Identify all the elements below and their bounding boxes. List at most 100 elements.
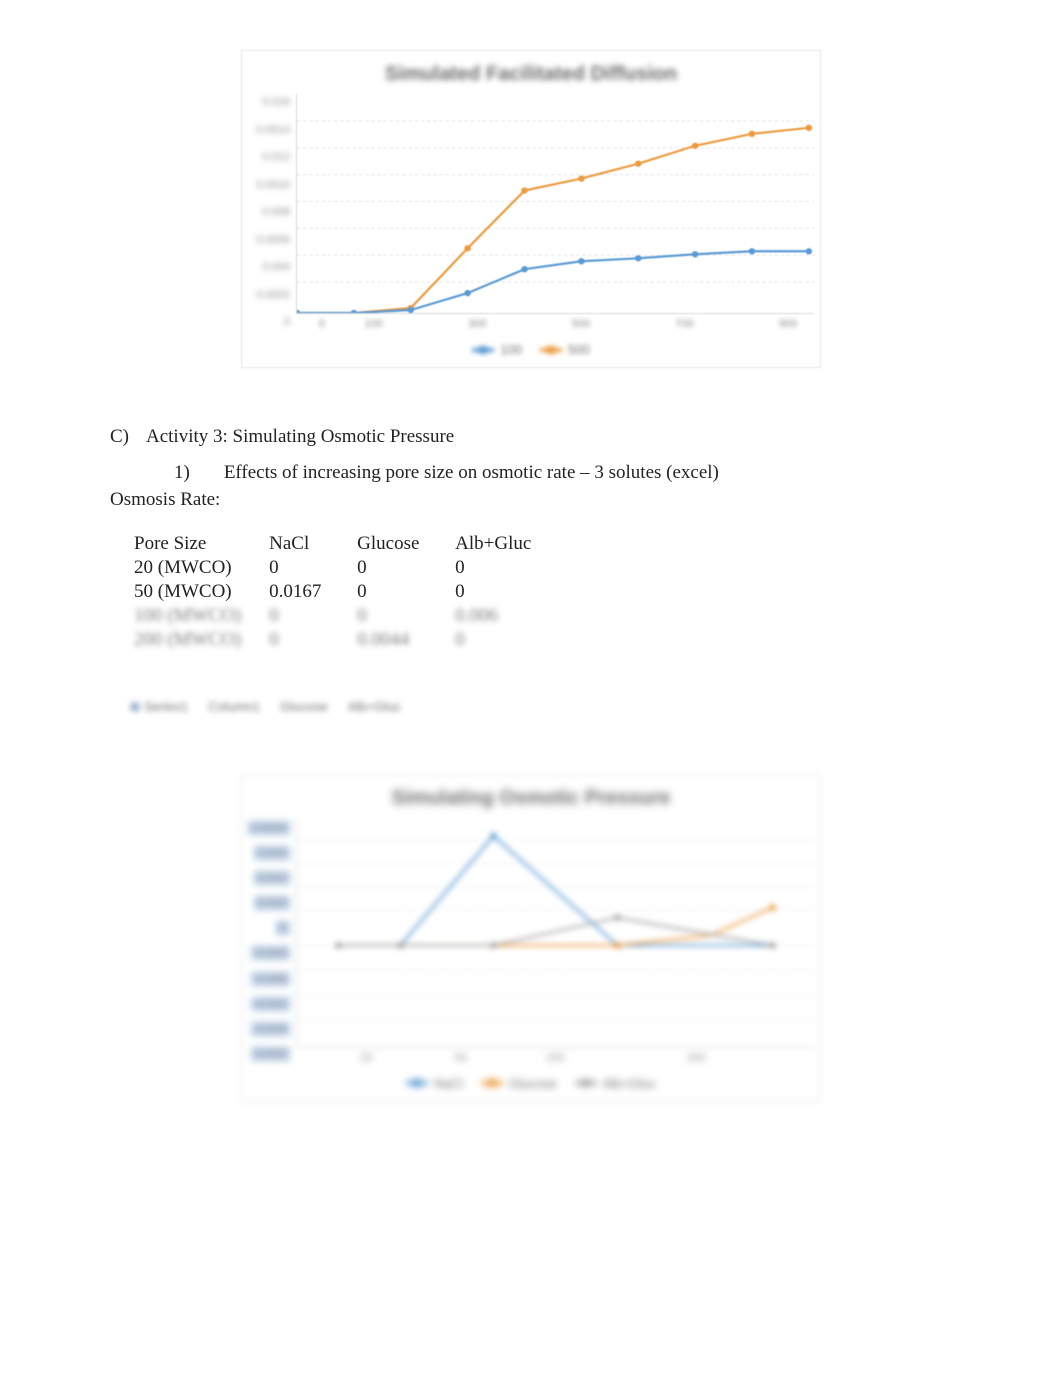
xtick: 900: [762, 318, 814, 330]
gridlines: [297, 121, 814, 282]
xtick: 100: [348, 318, 400, 330]
xtick: [710, 318, 762, 330]
top-legend-label: Column1: [208, 699, 260, 714]
chart-osmotic-pressure: Simulating Osmotic Pressure 0.0016 0.014…: [241, 774, 821, 1102]
xtick: 300: [451, 318, 503, 330]
ytick: -0.016: [251, 1022, 290, 1036]
section-subnumber: 1): [174, 460, 190, 486]
ytick: -0.012: [251, 997, 290, 1011]
osmosis-rate-label: Osmosis Rate:: [110, 487, 952, 513]
xtick: 50: [437, 1052, 484, 1064]
col-alb-gluc: Alb+Gluc: [455, 533, 563, 557]
ytick: 0.012: [254, 871, 290, 885]
legend-label: Glucose: [509, 1076, 557, 1091]
ytick: 0.014: [254, 846, 290, 860]
chart2-plot: 0.0016 0.014 0.012 0.010 0 -0.004 -0.008…: [248, 818, 814, 1064]
ytick: 0.0014: [256, 124, 290, 136]
chart2-yaxis: 0.0016 0.014 0.012 0.010 0 -0.004 -0.008…: [248, 818, 296, 1064]
chart1-xaxis: 0 100 300 500 700 900: [296, 314, 814, 330]
osmosis-table: Pore Size NaCl Glucose Alb+Gluc 20 (MWCO…: [134, 533, 952, 653]
chart1-plotcol: 0 100 300 500 700 900: [296, 94, 814, 330]
cell: 200 (MWCO): [134, 629, 269, 653]
xtick: 200: [673, 1052, 720, 1064]
legend-item-glucose: Glucose: [481, 1076, 557, 1091]
ytick: 0.008: [262, 206, 290, 218]
chart2-markers-glucose: [335, 904, 776, 948]
cell: 0.0167: [269, 581, 357, 605]
chart2-series-nacl: [338, 836, 772, 946]
ytick: 0.0016: [248, 821, 290, 835]
cell: 100 (MWCO): [134, 605, 269, 629]
cell: 0: [269, 557, 357, 581]
ytick: 0.012: [262, 151, 290, 163]
chart2-area: [296, 818, 814, 1048]
section-title: Activity 3: Simulating Osmotic Pressure: [146, 424, 454, 450]
chart2-xaxis: 20 50 100 200: [296, 1048, 814, 1064]
legend-swatch-icon: [575, 1081, 597, 1085]
legend-swatch-icon: [406, 1081, 428, 1085]
chart1-legend: 100 500: [248, 342, 814, 357]
chart1-series-500: [297, 128, 809, 313]
data-table: Pore Size NaCl Glucose Alb+Gluc 20 (MWCO…: [134, 533, 563, 653]
ytick: 0.0002: [256, 289, 290, 301]
chart1-plot: 0.016 0.0014 0.012 0.0010 0.008 0.0006 0…: [248, 94, 814, 330]
ytick: 0: [284, 316, 290, 328]
legend-swatch-icon: [481, 1081, 503, 1085]
legend-label: 500: [568, 342, 590, 357]
cell: 0: [357, 605, 455, 629]
xtick: [626, 1052, 673, 1064]
chart1-title: Simulated Facilitated Diffusion: [248, 63, 814, 86]
ytick: 0.010: [254, 896, 290, 910]
chart-facilitated-diffusion: Simulated Facilitated Diffusion 0.016 0.…: [241, 50, 821, 368]
chart2-plotcol: 20 50 100 200: [296, 818, 814, 1064]
ytick: 0.004: [262, 261, 290, 273]
cell: 0: [455, 581, 563, 605]
page: Simulated Facilitated Diffusion 0.016 0.…: [0, 0, 1062, 1376]
table-row: 20 (MWCO) 0 0 0: [134, 557, 563, 581]
col-nacl: NaCl: [269, 533, 357, 557]
legend-item-500: 500: [540, 342, 590, 357]
legend-label: Alb+Gluc: [603, 1076, 656, 1091]
cell: 0: [357, 557, 455, 581]
xtick: 100: [531, 1052, 578, 1064]
chart2-title: Simulating Osmotic Pressure: [248, 787, 814, 810]
chart2-series-glucose: [338, 908, 772, 946]
legend-label: 100: [500, 342, 522, 357]
chart1-yaxis: 0.016 0.0014 0.012 0.0010 0.008 0.0006 0…: [248, 94, 296, 330]
chart1-markers-500: [297, 125, 812, 313]
section-heading: C) Activity 3: Simulating Osmotic Pressu…: [110, 424, 952, 450]
top-legend-label: Alb+Gluc: [348, 699, 401, 714]
cell: 0.006: [455, 605, 563, 629]
xtick: 500: [555, 318, 607, 330]
ytick: -0.008: [251, 972, 290, 986]
xtick: [390, 1052, 437, 1064]
xtick: [400, 318, 452, 330]
xtick: [767, 1052, 814, 1064]
legend-swatch-icon: [540, 348, 562, 352]
xtick: [579, 1052, 626, 1064]
legend-item-albgluc: Alb+Gluc: [575, 1076, 656, 1091]
ytick: 0: [276, 921, 290, 935]
chart2-top-legend: Series1 Column1 Glucose Alb+Gluc: [130, 699, 952, 714]
top-legend-item: Series1: [130, 699, 188, 714]
chart2-svg: [297, 818, 814, 1047]
cell: 0: [455, 629, 563, 653]
top-legend-label: Series1: [144, 699, 188, 714]
ytick: -0.020: [251, 1047, 290, 1061]
legend-label: NaCl: [434, 1076, 463, 1091]
chart1-markers-100: [297, 248, 812, 313]
col-glucose: Glucose: [357, 533, 455, 557]
section-letter: C): [110, 424, 134, 450]
cell: 50 (MWCO): [134, 581, 269, 605]
cell: 0: [269, 629, 357, 653]
xtick: [607, 318, 659, 330]
cell: 0: [357, 581, 455, 605]
table-row: 50 (MWCO) 0.0167 0 0: [134, 581, 563, 605]
table-row-blurred: 200 (MWCO) 0 0.0044 0: [134, 629, 563, 653]
col-pore-size: Pore Size: [134, 533, 269, 557]
section-subitem: 1) Effects of increasing pore size on os…: [174, 460, 952, 486]
chart1-svg: [297, 94, 814, 313]
legend-item-nacl: NaCl: [406, 1076, 463, 1091]
xtick: 0: [296, 318, 348, 330]
cell: 0.0044: [357, 629, 455, 653]
